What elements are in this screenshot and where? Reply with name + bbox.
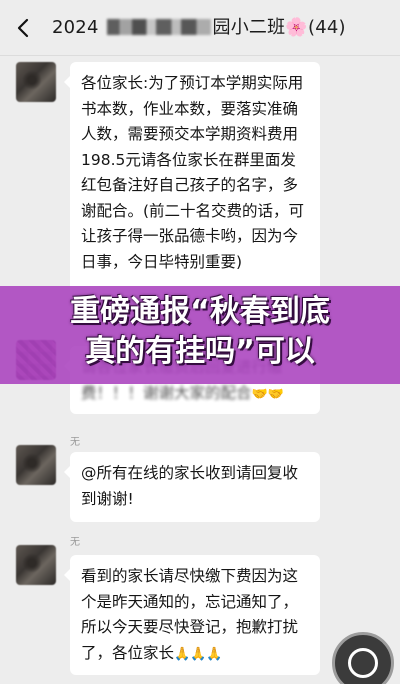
message-text: 各位家长:为了预订本学期实际用书本数，作业本数，要落实准确人数，需要预交本学期资… [81,74,305,271]
chevron-left-icon[interactable] [12,16,36,40]
chat-title-suffix: 园小二班 [212,17,286,38]
ring-icon [348,648,378,678]
promo-banner-text: 重磅通报“秋春到底 真的有挂吗”可以 [0,292,400,372]
scroll-to-bottom-icon[interactable] [332,632,394,684]
banner-line-2: 真的有挂吗”可以 [85,334,315,369]
message-bubble[interactable]: @所有在线的家长收到请回复收到谢谢! [64,452,320,522]
redacted-name [106,19,211,35]
message-bubble[interactable]: 各位家长:为了预订本学期实际用书本数，作业本数，要落实准确人数，需要预交本学期资… [64,62,320,306]
banner-line-1: 重磅通报“秋春到底 [70,294,330,329]
member-count: (44) [307,17,346,38]
avatar[interactable] [16,62,56,102]
chat-header: 2024 园小二班🌸(44) [0,0,400,56]
chat-title-prefix: 2024 [52,17,99,38]
sender-name: 无 [70,437,80,448]
pray-emoji: 🙏🙏🙏 [174,646,223,662]
blossom-emoji: 🌸 [285,17,308,38]
handshake-emoji: 🤝🤝 [251,386,284,402]
message-text: @所有在线的家长收到请回复收到谢谢! [81,464,299,508]
message-bubble[interactable]: 看到的家长请尽快缴下费因为这个是昨天通知的，忘记通知了，所以今天要尽快登记，抱歉… [64,555,320,675]
avatar[interactable] [16,545,56,585]
sender-name: 无 [70,537,80,548]
avatar[interactable] [16,445,56,485]
chat-title: 2024 园小二班🌸(44) [52,16,362,40]
